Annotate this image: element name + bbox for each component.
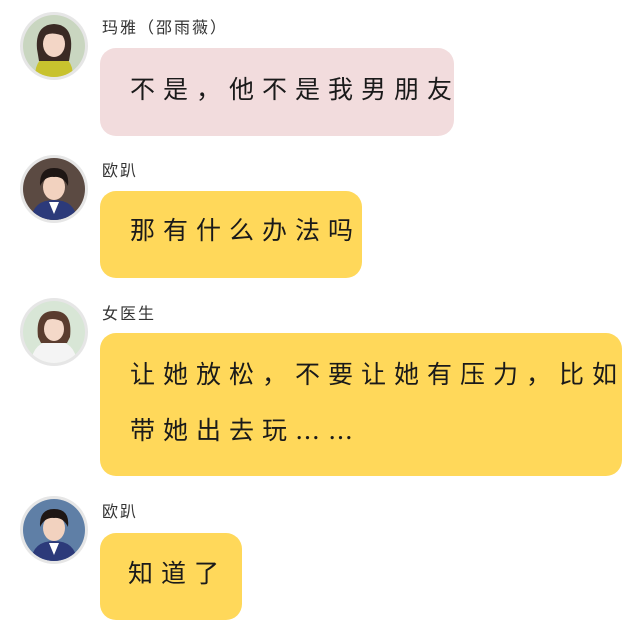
woman-avatar-icon [23,301,85,363]
message-bubble: 知道了 [100,533,242,620]
avatar[interactable] [20,496,88,564]
sender-name: 玛雅（邵雨薇） [102,18,229,37]
message-text: 那有什么办法吗 [130,216,362,245]
avatar[interactable] [20,155,88,223]
boy-avatar-icon [23,499,85,561]
boy-avatar-icon [23,158,85,220]
message-bubble: 那有什么办法吗 [100,191,362,278]
message-text-line: 带她出去玩…… [130,416,362,445]
message-text: 不是，他不是我男朋友 [130,75,461,104]
message-text-line: 让她放松，不要让她有压力，比如 [130,360,626,389]
sender-name: 欧趴 [102,502,139,521]
sender-name: 欧趴 [102,161,139,180]
avatar[interactable] [20,298,88,366]
girl-avatar-icon [23,15,85,77]
message-bubble: 不是，他不是我男朋友 [100,48,454,136]
sender-name: 女医生 [102,304,157,323]
message-text: 知道了 [128,559,228,588]
avatar[interactable] [20,12,88,80]
message-bubble: 让她放松，不要让她有压力，比如 带她出去玩…… [100,333,622,476]
